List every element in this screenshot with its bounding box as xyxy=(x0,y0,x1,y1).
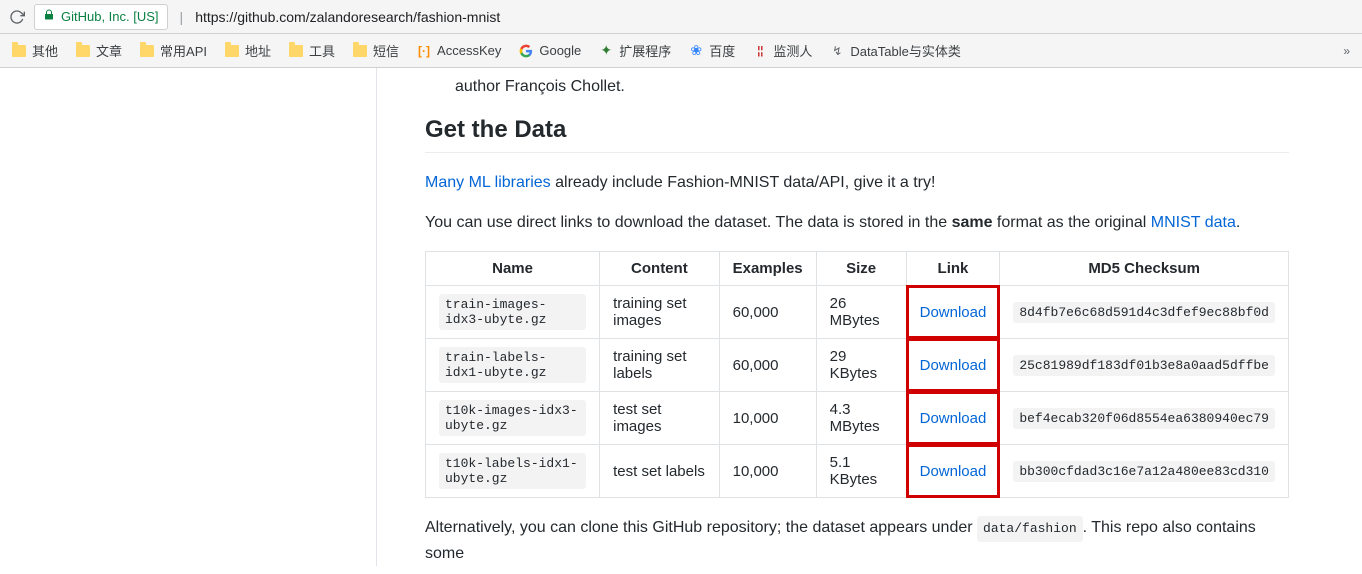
cell-size: 26 MBytes xyxy=(816,286,906,339)
link-mnist-data[interactable]: MNIST data xyxy=(1151,214,1236,231)
cell-name: train-labels-idx1-ubyte.gz xyxy=(426,339,600,392)
md5-code: 25c81989df183df01b3e8a0aad5dffbe xyxy=(1013,355,1275,376)
filename-code: train-labels-idx1-ubyte.gz xyxy=(439,347,586,383)
download-link[interactable]: Download xyxy=(920,410,987,427)
cell-name: t10k-images-idx3-ubyte.gz xyxy=(426,392,600,445)
table-row: train-images-idx3-ubyte.gz training set i… xyxy=(426,286,1289,339)
browser-address-bar: GitHub, Inc. [US] | https://github.com/z… xyxy=(0,0,1362,34)
puzzle-icon: ✦ xyxy=(599,44,613,58)
table-header-row: Name Content Examples Size Link MD5 Chec… xyxy=(426,252,1289,286)
cell-name: train-images-idx3-ubyte.gz xyxy=(426,286,600,339)
cell-md5: bb300cfdad3c16e7a12a480ee83cd310 xyxy=(1000,445,1289,498)
folder-icon xyxy=(12,45,26,57)
cell-size: 5.1 KBytes xyxy=(816,445,906,498)
md5-code: bb300cfdad3c16e7a12a480ee83cd310 xyxy=(1013,461,1275,482)
bookmark-address[interactable]: 地址 xyxy=(225,41,271,60)
para-alternatively: Alternatively, you can clone this GitHub… xyxy=(425,516,1289,566)
secure-origin-chip[interactable]: GitHub, Inc. [US] xyxy=(34,4,168,30)
th-examples: Examples xyxy=(719,252,816,286)
md5-code: 8d4fb7e6c68d591d4c3dfef9ec88bf0d xyxy=(1013,302,1275,323)
url-text[interactable]: https://github.com/zalandoresearch/fashi… xyxy=(195,9,500,25)
cell-md5: bef4ecab320f06d8554ea6380940ec79 xyxy=(1000,392,1289,445)
para-direct-links: You can use direct links to download the… xyxy=(425,211,1289,235)
download-link[interactable]: Download xyxy=(920,463,987,480)
cell-link: Download xyxy=(906,445,1000,498)
cell-examples: 10,000 xyxy=(719,392,816,445)
cell-md5: 25c81989df183df01b3e8a0aad5dffbe xyxy=(1000,339,1289,392)
th-size: Size xyxy=(816,252,906,286)
monitor-icon: ¦¦ xyxy=(753,44,767,58)
bookmarks-bar: 其他 文章 常用API 地址 工具 短信 [·]AccessKey Google… xyxy=(0,34,1362,68)
folder-icon xyxy=(289,45,303,57)
google-icon xyxy=(519,44,533,58)
bookmark-google[interactable]: Google xyxy=(519,43,581,58)
cell-name: t10k-labels-idx1-ubyte.gz xyxy=(426,445,600,498)
cell-link: Download xyxy=(906,392,1000,445)
cell-content: training set labels xyxy=(600,339,720,392)
heading-get-the-data: Get the Data xyxy=(425,116,1289,153)
bookmark-accesskey[interactable]: [·]AccessKey xyxy=(417,43,501,58)
datatable-icon: ↯ xyxy=(830,44,844,58)
filename-code: train-images-idx3-ubyte.gz xyxy=(439,294,586,330)
folder-icon xyxy=(76,45,90,57)
folder-icon xyxy=(353,45,367,57)
sidebar-gap xyxy=(0,68,377,566)
cell-md5: 8d4fb7e6c68d591d4c3dfef9ec88bf0d xyxy=(1000,286,1289,339)
cell-content: test set labels xyxy=(600,445,720,498)
table-row: t10k-images-idx3-ubyte.gz test set images… xyxy=(426,392,1289,445)
folder-icon xyxy=(225,45,239,57)
bookmark-monitor[interactable]: ¦¦监测人 xyxy=(753,41,812,60)
download-link[interactable]: Download xyxy=(920,357,987,374)
bookmark-extensions[interactable]: ✦扩展程序 xyxy=(599,41,671,60)
th-md5: MD5 Checksum xyxy=(1000,252,1289,286)
th-content: Content xyxy=(600,252,720,286)
para-libraries: Many ML libraries already include Fashio… xyxy=(425,171,1289,195)
readme-body: author François Chollet. Get the Data Ma… xyxy=(377,68,1337,574)
md5-code: bef4ecab320f06d8554ea6380940ec79 xyxy=(1013,408,1275,429)
th-name: Name xyxy=(426,252,600,286)
bookmark-sms[interactable]: 短信 xyxy=(353,41,399,60)
bookmark-datatable[interactable]: ↯DataTable与实体类 xyxy=(830,41,961,60)
filename-code: t10k-images-idx3-ubyte.gz xyxy=(439,400,586,436)
table-row: t10k-labels-idx1-ubyte.gz test set labels… xyxy=(426,445,1289,498)
folder-icon xyxy=(140,45,154,57)
accesskey-icon: [·] xyxy=(417,44,431,58)
download-link[interactable]: Download xyxy=(920,304,987,321)
cell-link: Download xyxy=(906,339,1000,392)
cell-size: 4.3 MBytes xyxy=(816,392,906,445)
dataset-table: Name Content Examples Size Link MD5 Chec… xyxy=(425,251,1289,498)
bookmark-other[interactable]: 其他 xyxy=(12,41,58,60)
cell-size: 29 KBytes xyxy=(816,339,906,392)
lock-icon xyxy=(43,9,55,24)
cell-link: Download xyxy=(906,286,1000,339)
filename-code: t10k-labels-idx1-ubyte.gz xyxy=(439,453,586,489)
th-link: Link xyxy=(906,252,1000,286)
bookmark-tools[interactable]: 工具 xyxy=(289,41,335,60)
cell-content: training set images xyxy=(600,286,720,339)
secure-org: GitHub, Inc. [US] xyxy=(61,9,159,24)
bookmarks-overflow-icon[interactable]: » xyxy=(1343,44,1350,58)
table-row: train-labels-idx1-ubyte.gz training set l… xyxy=(426,339,1289,392)
same-emphasis: same xyxy=(952,214,993,231)
cell-content: test set images xyxy=(600,392,720,445)
code-path: data/fashion xyxy=(977,516,1083,542)
link-ml-libraries[interactable]: Many ML libraries xyxy=(425,174,551,191)
bookmark-articles[interactable]: 文章 xyxy=(76,41,122,60)
baidu-icon: ❀ xyxy=(689,44,703,58)
address-divider: | xyxy=(180,9,184,25)
cell-examples: 60,000 xyxy=(719,286,816,339)
page-content: author François Chollet. Get the Data Ma… xyxy=(0,68,1362,574)
bookmark-api[interactable]: 常用API xyxy=(140,41,207,60)
bookmark-baidu[interactable]: ❀百度 xyxy=(689,41,735,60)
author-line: author François Chollet. xyxy=(455,78,1289,96)
cell-examples: 10,000 xyxy=(719,445,816,498)
cell-examples: 60,000 xyxy=(719,339,816,392)
refresh-icon[interactable] xyxy=(8,8,26,26)
